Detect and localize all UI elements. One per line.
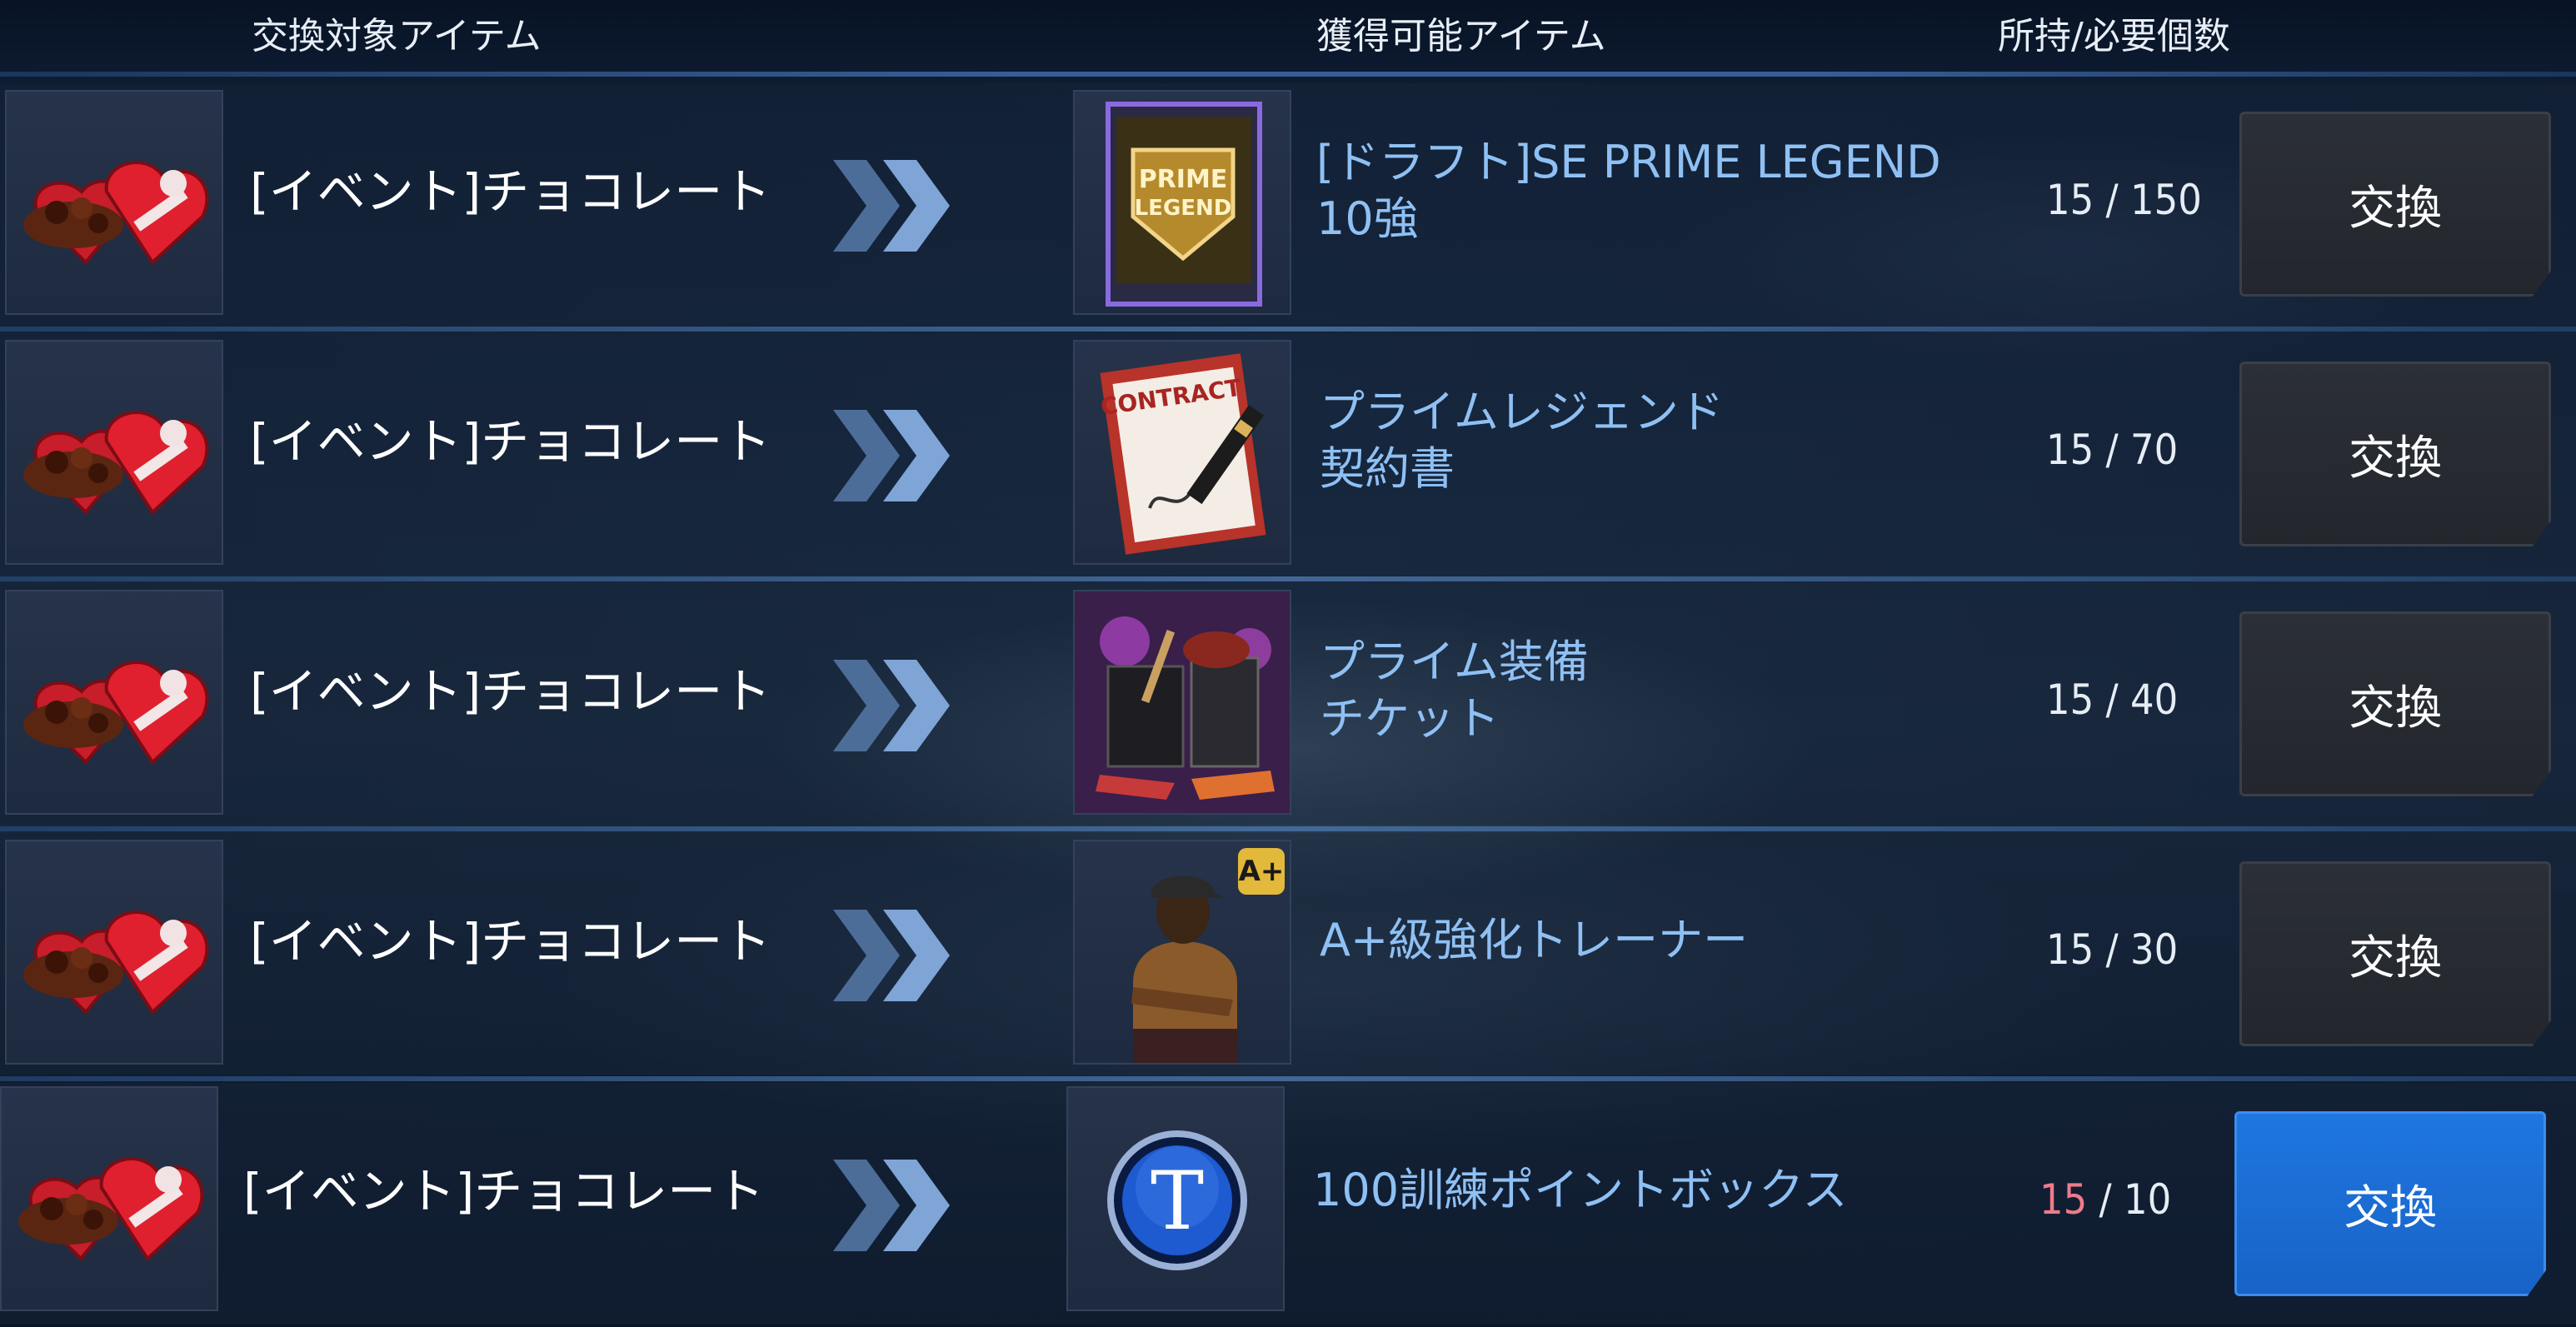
exchange-row: [イベント]チョコレート T 100訓練ポイントボックス 15 / 10 交換 bbox=[0, 1083, 2576, 1325]
chocolate-heart-box-icon bbox=[5, 340, 223, 565]
table-header: 交換対象アイテム 獲得可能アイテム 所持/必要個数 bbox=[0, 0, 2576, 73]
grade-badge: A+ bbox=[1238, 848, 1285, 895]
source-item-label: [イベント]チョコレート bbox=[250, 913, 771, 970]
required-count: 70 bbox=[2130, 426, 2179, 474]
reward-item-name-line1: 100訓練ポイントボックス bbox=[1313, 1164, 1848, 1216]
owned-count: 15 bbox=[2046, 925, 2094, 974]
reward-item-name-line1: A+級強化トレーナー bbox=[1320, 914, 1749, 966]
source-item-label: [イベント]チョコレート bbox=[250, 413, 771, 470]
exchange-button[interactable]: 交換 bbox=[2239, 861, 2551, 1046]
training-point-coin-icon: T bbox=[1066, 1086, 1285, 1311]
owned-required-count: 15 / 30 bbox=[2046, 925, 2178, 975]
exchange-button[interactable]: 交換 bbox=[2239, 611, 2551, 796]
chocolate-heart-box-icon bbox=[5, 590, 223, 815]
reward-item-name-line1: プライム装備 bbox=[1320, 636, 1589, 688]
coin-letter: T bbox=[1150, 1155, 1205, 1248]
exchange-button[interactable]: 交換 bbox=[2239, 362, 2551, 546]
svg-text:LEGEND: LEGEND bbox=[1135, 196, 1232, 221]
chocolate-heart-box-icon bbox=[0, 1086, 218, 1311]
exchange-screen: 交換対象アイテム 獲得可能アイテム 所持/必要個数 [イベント]チョコレート P… bbox=[0, 0, 2576, 1327]
owned-required-count: 15 / 10 bbox=[2039, 1175, 2171, 1225]
svg-text:PRIME: PRIME bbox=[1139, 165, 1228, 194]
chocolate-heart-box-icon bbox=[5, 90, 223, 315]
exchange-button[interactable]: 交換 bbox=[2234, 1111, 2546, 1296]
header-source-items: 交換対象アイテム bbox=[252, 15, 542, 57]
header-divider bbox=[0, 72, 2576, 77]
exchange-row: [イベント]チョコレート PRIME LEGEND [ドラフト]SE PRIME… bbox=[0, 83, 2576, 325]
double-chevron-right-icon bbox=[833, 910, 950, 1001]
double-chevron-right-icon bbox=[833, 660, 950, 751]
exchange-row: [イベント]チョコレート プライム装備 チケット 15 / 40 交換 bbox=[0, 583, 2576, 825]
exchange-row: [イベント]チョコレート CONTRACT プライムレジェンド 契約書 15 /… bbox=[0, 333, 2576, 575]
owned-count: 15 bbox=[2046, 426, 2094, 474]
equipment-ticket-icon bbox=[1073, 590, 1291, 815]
required-count: 150 bbox=[2130, 176, 2202, 224]
contract-icon: CONTRACT bbox=[1073, 340, 1291, 565]
required-count: 40 bbox=[2130, 676, 2179, 724]
reward-item-name-line1: [ドラフト]SE PRIME LEGEND bbox=[1316, 136, 1941, 188]
double-chevron-right-icon bbox=[833, 410, 950, 501]
count-separator: / bbox=[2105, 676, 2119, 724]
required-count: 30 bbox=[2130, 925, 2179, 974]
required-count: 10 bbox=[2124, 1175, 2172, 1224]
header-reward-items: 獲得可能アイテム bbox=[1316, 15, 1606, 57]
count-separator: / bbox=[2099, 1175, 2112, 1224]
row-divider bbox=[0, 576, 2576, 581]
count-separator: / bbox=[2105, 426, 2119, 474]
row-divider bbox=[0, 826, 2576, 831]
count-separator: / bbox=[2105, 925, 2119, 974]
owned-required-count: 15 / 70 bbox=[2046, 425, 2178, 475]
header-owned-required: 所持/必要個数 bbox=[1998, 15, 2230, 57]
double-chevron-right-icon bbox=[833, 160, 950, 252]
reward-item-name-line2: チケット bbox=[1320, 692, 1500, 745]
source-item-label: [イベント]チョコレート bbox=[250, 663, 771, 720]
reward-item-name-line2: 10強 bbox=[1316, 192, 1419, 245]
exchange-row: [イベント]チョコレート A+ A+級強化トレーナー 15 / 30 交換 bbox=[0, 833, 2576, 1075]
count-separator: / bbox=[2105, 176, 2119, 224]
reward-item-name-line1: プライムレジェンド bbox=[1320, 386, 1724, 438]
row-divider bbox=[0, 1076, 2576, 1081]
owned-required-count: 15 / 40 bbox=[2046, 675, 2178, 725]
trainer-icon: A+ bbox=[1073, 840, 1291, 1065]
owned-required-count: 15 / 150 bbox=[2046, 175, 2202, 225]
owned-count: 15 bbox=[2046, 176, 2094, 224]
source-item-label: [イベント]チョコレート bbox=[250, 163, 771, 220]
exchange-button[interactable]: 交換 bbox=[2239, 112, 2551, 297]
row-divider bbox=[0, 327, 2576, 332]
reward-item-name-line2: 契約書 bbox=[1320, 442, 1455, 495]
prime-legend-card-icon: PRIME LEGEND bbox=[1073, 90, 1291, 315]
chocolate-heart-box-icon bbox=[5, 840, 223, 1065]
owned-count: 15 bbox=[2046, 676, 2094, 724]
double-chevron-right-icon bbox=[833, 1160, 950, 1251]
owned-count: 15 bbox=[2039, 1175, 2088, 1224]
source-item-label: [イベント]チョコレート bbox=[243, 1163, 765, 1220]
